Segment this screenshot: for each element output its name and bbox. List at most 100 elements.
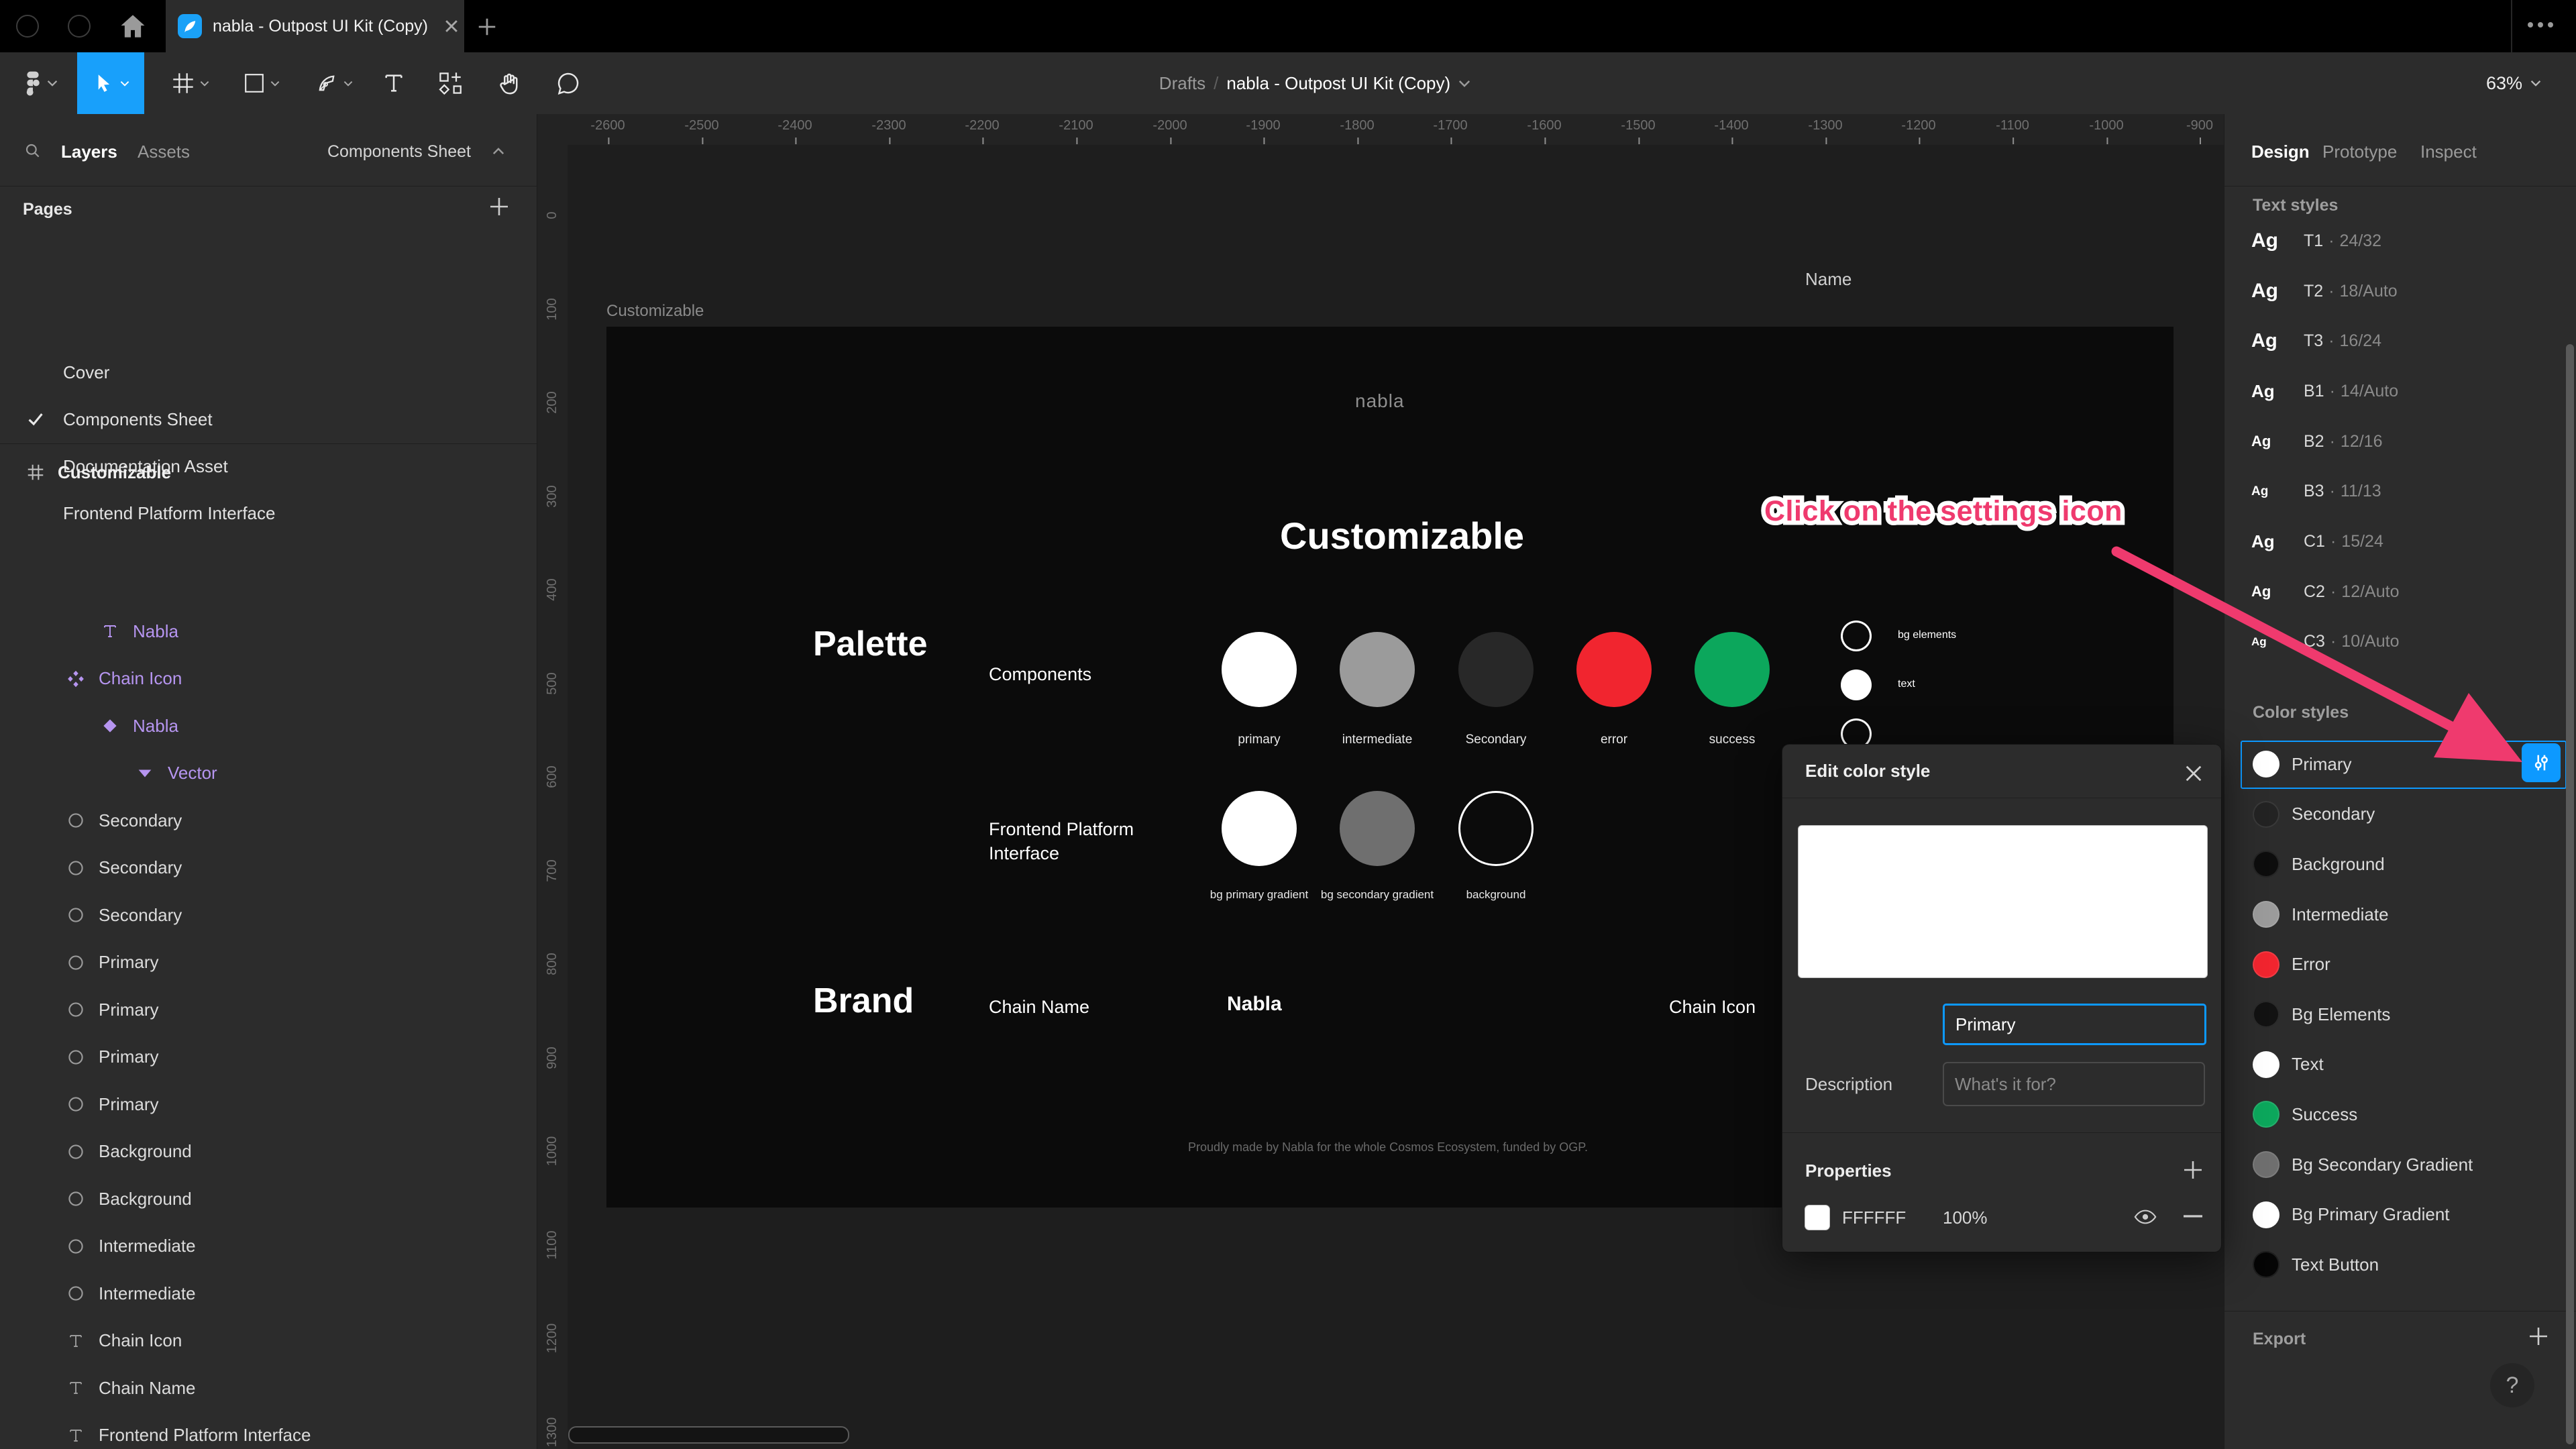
color-style-row[interactable]: Bg Elements xyxy=(2224,989,2576,1040)
layer-frame-customizable[interactable]: Customizable xyxy=(27,456,537,488)
add-export-icon[interactable] xyxy=(2528,1326,2549,1347)
swatch-intermediate[interactable] xyxy=(1340,632,1415,707)
text-style-row[interactable]: Ag C2 · 12/Auto xyxy=(2224,567,2576,617)
remove-property-icon[interactable] xyxy=(2184,1214,2202,1218)
add-page-icon[interactable] xyxy=(488,196,510,217)
layer-row-vector[interactable]: Vector xyxy=(0,750,537,798)
tab-prototype[interactable]: Prototype xyxy=(2322,142,2397,162)
opacity-value[interactable]: 100% xyxy=(1943,1208,1988,1228)
page-item-components-sheet[interactable]: Components Sheet xyxy=(0,396,537,443)
tab-design[interactable]: Design xyxy=(2251,142,2310,162)
help-button[interactable]: ? xyxy=(2490,1363,2534,1407)
text-style-row[interactable]: Ag C1 · 15/24 xyxy=(2224,517,2576,567)
ellipse-icon xyxy=(65,907,87,923)
color-style-row[interactable]: Error xyxy=(2224,939,2576,989)
search-icon[interactable] xyxy=(24,142,42,160)
text-style-row[interactable]: Ag B2 · 12/16 xyxy=(2224,417,2576,467)
style-settings-button[interactable] xyxy=(2522,743,2561,782)
chevron-down-icon[interactable] xyxy=(1458,80,1470,87)
color-style-row[interactable]: Text xyxy=(2224,1040,2576,1090)
style-name-input[interactable] xyxy=(1943,1004,2206,1045)
pen-tool-button[interactable] xyxy=(303,52,365,114)
color-style-row[interactable]: Text Button xyxy=(2224,1240,2576,1290)
layer-row-ellipse[interactable]: Secondary xyxy=(0,845,537,892)
new-tab-button[interactable] xyxy=(474,13,500,40)
close-icon[interactable] xyxy=(2180,759,2208,788)
swatch-success[interactable] xyxy=(1695,632,1770,707)
file-tab[interactable]: nabla - Outpost UI Kit (Copy) xyxy=(166,0,464,52)
text-style-row[interactable]: Ag C3 · 10/Auto xyxy=(2224,617,2576,667)
text-style-row[interactable]: Ag T2 · 18/Auto xyxy=(2224,266,2576,317)
layer-row-ellipse[interactable]: Secondary xyxy=(0,797,537,845)
horizontal-scrollbar[interactable] xyxy=(568,1426,849,1444)
swatch-bg-secondary-gradient[interactable] xyxy=(1340,791,1415,866)
tab-inspect[interactable]: Inspect xyxy=(2420,142,2477,162)
text-tool-button[interactable] xyxy=(370,52,417,114)
layer-row-ellipse[interactable]: Primary xyxy=(0,939,537,987)
layer-row-ellipse[interactable]: Primary xyxy=(0,986,537,1034)
text-style-row[interactable]: Ag B1 · 14/Auto xyxy=(2224,366,2576,417)
tab-layers[interactable]: Layers xyxy=(61,142,117,162)
chevron-up-icon[interactable] xyxy=(492,148,504,155)
color-style-row[interactable]: Bg Primary Gradient xyxy=(2224,1189,2576,1240)
breadcrumb-file-name[interactable]: nabla - Outpost UI Kit (Copy) xyxy=(1226,73,1450,94)
home-icon[interactable] xyxy=(118,12,148,40)
property-color-swatch[interactable] xyxy=(1805,1205,1830,1230)
swatch-secondary[interactable] xyxy=(1458,632,1534,707)
resources-tool-button[interactable] xyxy=(427,52,474,114)
tab-assets[interactable]: Assets xyxy=(138,142,190,162)
layer-row-ellipse[interactable]: Background xyxy=(0,1128,537,1176)
layer-row-text[interactable]: Chain Icon xyxy=(0,1318,537,1365)
more-options-icon[interactable] xyxy=(2528,22,2553,28)
window-control-icon[interactable] xyxy=(68,15,91,38)
layer-row-ellipse[interactable]: Primary xyxy=(0,1034,537,1081)
swatch-label: background xyxy=(1466,888,1526,901)
layer-row-instance[interactable]: Nabla xyxy=(0,702,537,750)
swatch-label: intermediate xyxy=(1342,733,1413,747)
breadcrumb-drafts[interactable]: Drafts xyxy=(1159,73,1205,94)
color-style-row[interactable]: Success xyxy=(2224,1089,2576,1140)
layer-row-ellipse[interactable]: Intermediate xyxy=(0,1270,537,1318)
text-layer-icon xyxy=(99,623,121,639)
hand-tool-button[interactable] xyxy=(486,52,533,114)
swatch-error[interactable] xyxy=(1576,632,1652,707)
text-style-row[interactable]: Ag T1 · 24/32 xyxy=(2224,216,2576,266)
visibility-eye-icon[interactable] xyxy=(2134,1209,2157,1225)
zoom-control[interactable]: 63% xyxy=(2486,52,2541,114)
text-style-row[interactable]: Ag T3 · 16/24 xyxy=(2224,316,2576,366)
shape-tool-button[interactable] xyxy=(231,52,292,114)
layer-row-text[interactable]: Frontend Platform Interface xyxy=(0,1412,537,1449)
move-tool-button[interactable] xyxy=(77,52,144,114)
layer-row-ellipse[interactable]: Background xyxy=(0,1175,537,1223)
panel-scrollbar[interactable] xyxy=(2566,344,2574,1444)
style-description-input[interactable] xyxy=(1943,1062,2205,1106)
swatch-text[interactable] xyxy=(1841,669,1872,700)
color-style-row[interactable]: Intermediate xyxy=(2224,890,2576,940)
text-style-row[interactable]: Ag B3 · 11/13 xyxy=(2224,466,2576,517)
layer-row-text[interactable]: Nabla xyxy=(0,608,537,655)
add-property-icon[interactable] xyxy=(2182,1159,2204,1181)
swatch-primary[interactable] xyxy=(1222,632,1297,707)
swatch-bg-primary-gradient[interactable] xyxy=(1222,791,1297,866)
swatch-background[interactable] xyxy=(1458,791,1534,866)
main-menu-button[interactable] xyxy=(12,52,70,114)
layer-row-text[interactable]: Chain Name xyxy=(0,1364,537,1412)
dialog-header[interactable]: Edit color style xyxy=(1782,745,2221,798)
layer-row-ellipse[interactable]: Intermediate xyxy=(0,1223,537,1271)
page-item-frontend-platform-interface[interactable]: Frontend Platform Interface xyxy=(0,490,537,537)
color-style-row[interactable]: Background xyxy=(2224,839,2576,890)
frame-tool-button[interactable] xyxy=(160,52,221,114)
comment-tool-button[interactable] xyxy=(545,52,592,114)
page-selector[interactable]: Components Sheet xyxy=(327,142,471,162)
hex-value[interactable]: FFFFFF xyxy=(1842,1208,1906,1228)
layer-row-ellipse[interactable]: Secondary xyxy=(0,892,537,939)
window-control-icon[interactable] xyxy=(16,15,39,38)
frame-title-label[interactable]: Customizable xyxy=(606,302,704,321)
page-item-cover[interactable]: Cover xyxy=(0,349,537,396)
layer-row-ellipse[interactable]: Primary xyxy=(0,1081,537,1128)
layer-row-component[interactable]: Chain Icon xyxy=(0,655,537,703)
swatch-bg-elements[interactable] xyxy=(1841,621,1872,651)
color-style-row[interactable]: Bg Secondary Gradient xyxy=(2224,1140,2576,1190)
close-icon[interactable] xyxy=(440,15,463,38)
color-style-row[interactable]: Secondary xyxy=(2224,790,2576,840)
